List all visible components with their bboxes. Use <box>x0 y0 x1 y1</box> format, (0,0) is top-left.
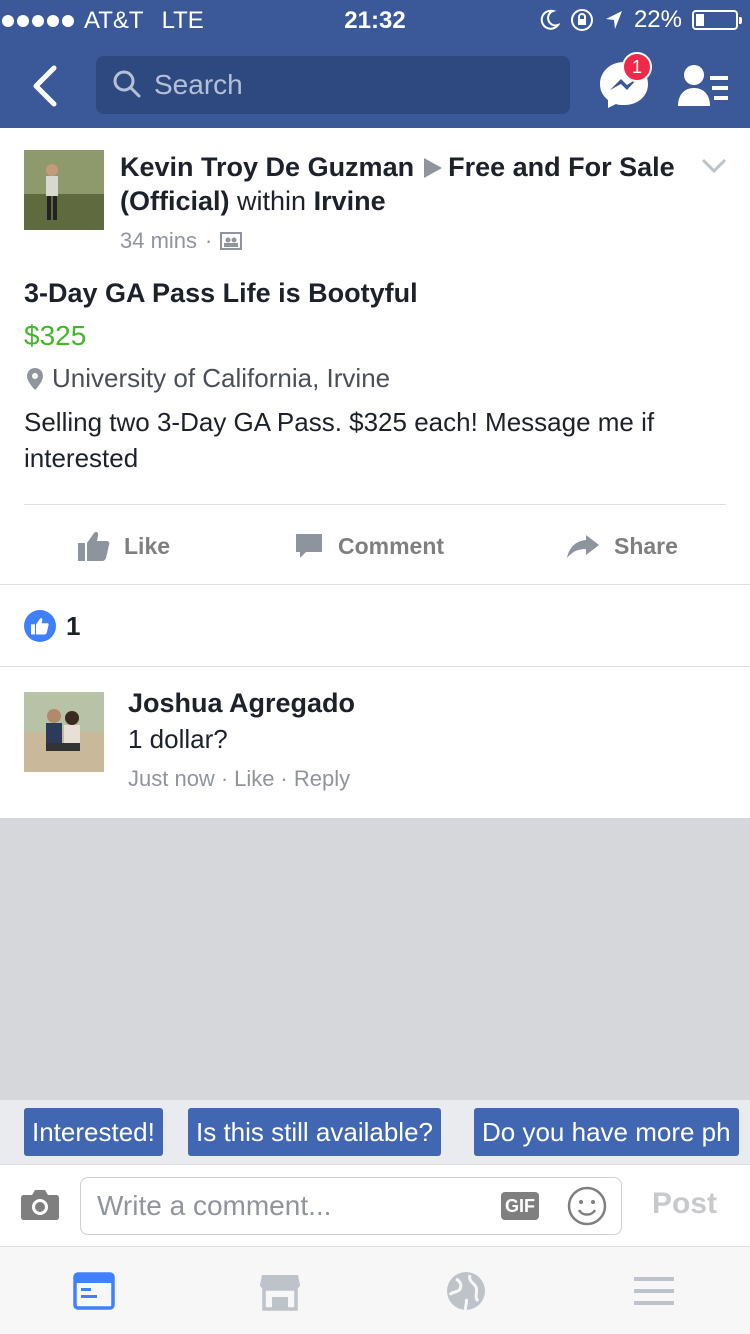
map-pin-icon <box>27 367 43 390</box>
friend-requests-icon[interactable] <box>676 62 730 110</box>
listing-title: 3-Day GA Pass Life is Bootyful <box>24 278 418 308</box>
thumbs-up-icon <box>78 532 110 561</box>
reaction-summary[interactable]: 1 <box>24 610 80 642</box>
comment-composer: Write a comment... GIF Post <box>0 1164 750 1246</box>
gif-button[interactable]: GIF <box>501 1192 539 1220</box>
share-button[interactable]: Share <box>566 508 678 584</box>
marketplace-icon[interactable] <box>258 1269 302 1313</box>
search-placeholder: Search <box>154 69 243 100</box>
sticker-icon[interactable] <box>567 1186 607 1226</box>
quick-reply-interested[interactable]: Interested! <box>24 1108 163 1156</box>
within-text: within <box>237 186 307 216</box>
comment-text: 1 dollar? <box>128 724 228 754</box>
tab-bar <box>0 1246 750 1334</box>
globe-icon[interactable] <box>444 1269 488 1313</box>
battery-icon <box>692 10 742 30</box>
group-audience-icon <box>220 232 243 250</box>
quick-replies: Interested! Is this still available? Do … <box>0 1100 750 1164</box>
nav-bar: Search 1 <box>0 44 750 128</box>
moon-icon <box>540 9 560 30</box>
location-text: University of California, Irvine <box>52 363 391 393</box>
back-arrow-icon[interactable] <box>28 64 64 108</box>
author-avatar[interactable] <box>24 150 104 230</box>
arrow-right-icon <box>424 158 443 178</box>
menu-icon[interactable] <box>632 1269 676 1313</box>
listing-price: $325 <box>24 320 87 351</box>
search-icon <box>113 70 141 98</box>
post-actions: Like Comment Share <box>0 508 750 584</box>
comment-time: Just now <box>128 766 215 791</box>
comment-reply-link[interactable]: Reply <box>294 766 350 791</box>
post-card: Kevin Troy De Guzman Free and For Sale (O… <box>0 128 750 818</box>
listing-location: University of California, Irvine <box>24 363 390 394</box>
listing-description: Selling two 3-Day GA Pass. $325 each! Me… <box>24 407 655 473</box>
location-tag[interactable]: Irvine <box>314 186 386 216</box>
post-time[interactable]: 34 mins <box>120 228 197 254</box>
messenger-badge: 1 <box>622 52 652 82</box>
news-feed-icon[interactable] <box>72 1269 116 1313</box>
status-bar: AT&T LTE 21:32 22% <box>0 0 750 40</box>
quick-reply-available[interactable]: Is this still available? <box>188 1108 441 1156</box>
comment-placeholder: Write a comment... <box>97 1190 332 1221</box>
divider <box>0 666 750 667</box>
battery-percent: 22% <box>633 6 682 33</box>
search-input[interactable]: Search <box>96 56 570 114</box>
chevron-down-icon[interactable] <box>700 156 728 176</box>
post-header: Kevin Troy De Guzman Free and For Sale (O… <box>120 150 680 218</box>
share-icon <box>567 535 599 558</box>
author-name[interactable]: Kevin Troy De Guzman <box>120 152 414 182</box>
rotation-lock-icon <box>570 9 593 31</box>
comment-button[interactable]: Comment <box>294 508 444 584</box>
divider <box>24 504 726 505</box>
camera-icon[interactable] <box>20 1187 60 1221</box>
divider <box>0 584 750 585</box>
commenter-name[interactable]: Joshua Agregado <box>128 688 355 719</box>
comment-meta: Just now · Like · Reply <box>128 766 351 791</box>
commenter-avatar[interactable] <box>24 692 104 772</box>
reaction-count: 1 <box>66 610 81 641</box>
like-reaction-icon <box>24 610 56 642</box>
post-button[interactable]: Post <box>652 1187 717 1221</box>
comment-input[interactable]: Write a comment... GIF <box>80 1177 622 1235</box>
location-arrow-icon <box>605 11 622 29</box>
top-bar: AT&T LTE 21:32 22% Search 1 <box>0 0 750 128</box>
comment-like-link[interactable]: Like <box>234 766 274 791</box>
like-button[interactable]: Like <box>78 508 170 584</box>
post-meta: 34 mins · <box>120 228 243 254</box>
comment-icon <box>296 534 322 558</box>
quick-reply-more-photos[interactable]: Do you have more ph <box>474 1108 739 1156</box>
